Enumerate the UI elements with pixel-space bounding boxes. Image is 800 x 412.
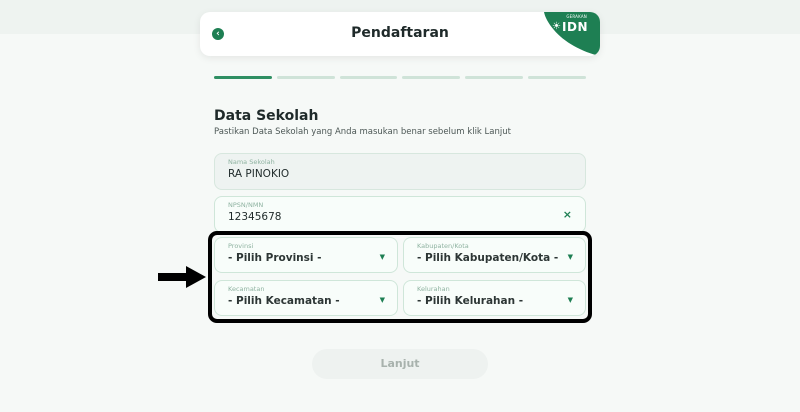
header-card: ‹ Pendaftaran ☀ GERAKAN IDN	[200, 12, 600, 56]
brand-logo: ☀ GERAKAN IDN	[534, 12, 600, 56]
progress-step	[214, 76, 272, 79]
annotation-arrow-icon	[158, 266, 206, 288]
progress-step	[339, 76, 398, 79]
npsn-label: NPSN/NMN	[228, 201, 264, 209]
npsn-value: 12345678	[228, 211, 282, 223]
progress-step	[276, 76, 335, 79]
sun-icon: ☀	[552, 21, 561, 32]
npsn-field[interactable]: NPSN/NMN 12345678 ×	[214, 196, 586, 233]
clear-icon[interactable]: ×	[563, 208, 572, 221]
brand-name: IDN	[562, 20, 588, 34]
progress-step	[528, 76, 586, 79]
annotation-highlight-box	[208, 231, 592, 323]
school-name-label: Nama Sekolah	[228, 158, 275, 166]
continue-button[interactable]: Lanjut	[312, 349, 488, 379]
section-subtitle: Pastikan Data Sekolah yang Anda masukan …	[214, 127, 511, 137]
section-title: Data Sekolah	[214, 108, 319, 124]
school-name-field: Nama Sekolah RA PINOKIO	[214, 153, 586, 190]
school-name-value: RA PINOKIO	[228, 168, 290, 180]
step-progress	[214, 76, 586, 79]
progress-step	[465, 76, 524, 79]
brand-tagline: GERAKAN	[566, 14, 587, 19]
progress-step	[402, 76, 461, 79]
